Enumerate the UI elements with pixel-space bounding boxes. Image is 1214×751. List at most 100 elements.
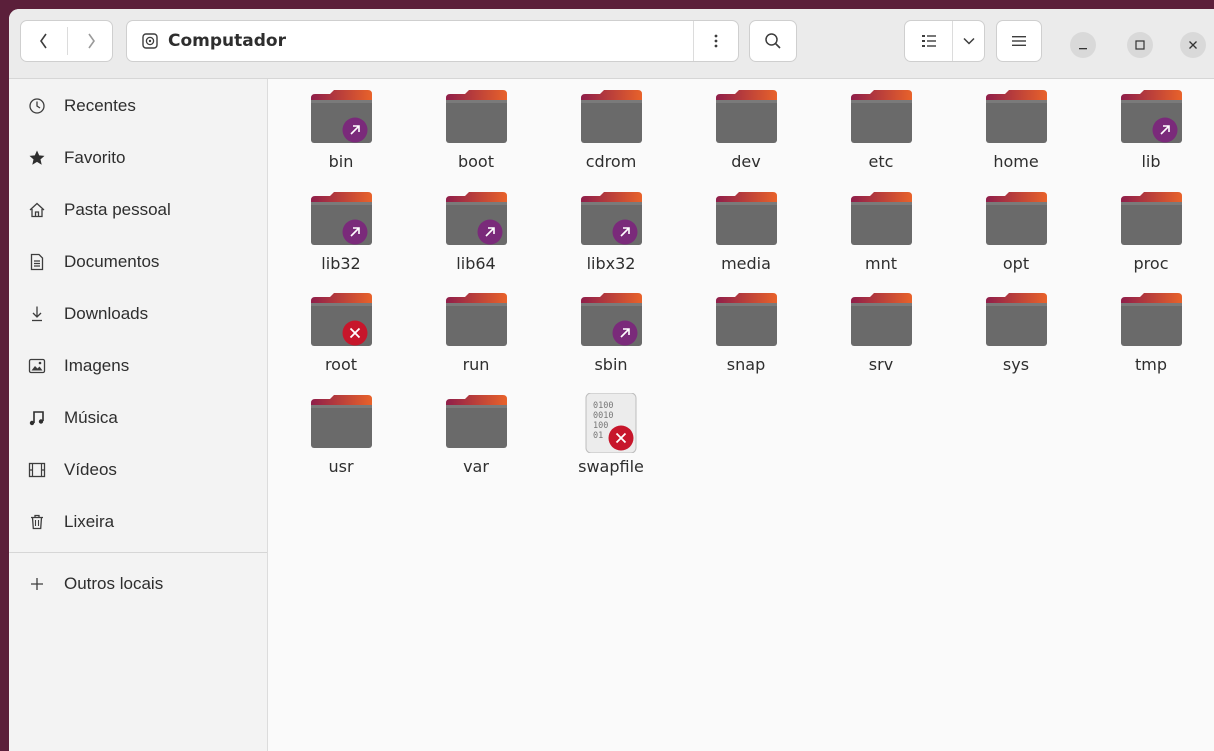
folder-item[interactable]: sys bbox=[955, 291, 1075, 387]
folder-icon bbox=[713, 190, 779, 246]
sidebar-item-documentos[interactable]: Documentos bbox=[9, 240, 267, 284]
chevron-left-icon bbox=[40, 33, 47, 49]
video-icon bbox=[27, 460, 47, 480]
minimize-button[interactable] bbox=[1070, 32, 1096, 58]
location-bar[interactable]: Computador bbox=[126, 20, 739, 62]
file-name-label: usr bbox=[328, 457, 354, 476]
file-item[interactable]: 0100 0010 100 01 swapfile bbox=[550, 392, 670, 489]
file-name-label: root bbox=[324, 355, 358, 374]
file-name-label: bin bbox=[328, 152, 354, 171]
sidebar-item-downloads[interactable]: Downloads bbox=[9, 292, 267, 336]
sidebar-item-label: Documentos bbox=[64, 252, 160, 271]
list-view-icon bbox=[921, 35, 936, 47]
back-button[interactable] bbox=[21, 21, 67, 61]
folder-item[interactable]: boot bbox=[415, 88, 535, 184]
location-menu-button[interactable] bbox=[694, 21, 738, 61]
svg-text:0010: 0010 bbox=[593, 411, 613, 421]
folder-icon bbox=[848, 190, 914, 246]
plus-icon bbox=[27, 574, 47, 594]
sidebar-item-recentes[interactable]: Recentes bbox=[9, 84, 267, 128]
file-name-label: lib bbox=[1141, 152, 1161, 171]
chevron-down-icon bbox=[962, 37, 975, 45]
sidebar-item-videos[interactable]: Vídeos bbox=[9, 448, 267, 492]
sidebar-item-lixeira[interactable]: Lixeira bbox=[9, 500, 267, 544]
folder-icon bbox=[1118, 190, 1184, 246]
kebab-menu-icon bbox=[714, 34, 718, 48]
file-name-label: proc bbox=[1133, 254, 1169, 273]
folder-item[interactable]: lib64 bbox=[415, 190, 535, 286]
star-icon bbox=[27, 148, 47, 168]
sidebar-item-label: Favorito bbox=[64, 148, 126, 167]
folder-item[interactable]: dev bbox=[685, 88, 805, 184]
file-name-label: sys bbox=[1002, 355, 1030, 374]
view-options-dropdown[interactable] bbox=[953, 21, 984, 61]
sidebar-item-pasta-pessoal[interactable]: Pasta pessoal bbox=[9, 188, 267, 232]
folder-item[interactable]: lib bbox=[1090, 88, 1210, 184]
file-name-label: mnt bbox=[865, 254, 897, 273]
sidebar-item-label: Downloads bbox=[64, 304, 149, 323]
folder-icon bbox=[983, 88, 1049, 144]
clock-icon bbox=[27, 96, 47, 116]
sidebar-divider bbox=[9, 552, 267, 553]
list-view-button[interactable] bbox=[905, 21, 952, 61]
folder-item[interactable]: bin bbox=[280, 88, 400, 184]
folder-icon bbox=[713, 291, 779, 347]
navigation-buttons bbox=[20, 20, 113, 62]
maximize-button[interactable] bbox=[1127, 32, 1153, 58]
file-name-label: media bbox=[721, 254, 771, 273]
document-icon bbox=[27, 252, 47, 272]
header-bar: Computador bbox=[9, 9, 1214, 79]
location-title: Computador bbox=[168, 31, 286, 51]
folder-item[interactable]: sbin bbox=[550, 291, 670, 387]
close-button[interactable] bbox=[1180, 32, 1206, 58]
unreadable-emblem-icon bbox=[608, 425, 634, 451]
file-grid: bin boot cdrom dev etc home lib lib32 lib64 libx3… bbox=[268, 79, 1214, 751]
folder-item[interactable]: root bbox=[280, 291, 400, 387]
file-name-label: swapfile bbox=[578, 457, 644, 476]
symlink-emblem-icon bbox=[612, 320, 638, 346]
folder-item[interactable]: var bbox=[415, 393, 535, 489]
file-name-label: lib32 bbox=[321, 254, 361, 273]
folder-item[interactable]: lib32 bbox=[280, 190, 400, 286]
sidebar-item-label: Imagens bbox=[64, 356, 130, 375]
file-name-label: srv bbox=[868, 355, 894, 374]
file-name-label: lib64 bbox=[456, 254, 496, 273]
hamburger-menu-icon bbox=[1012, 36, 1026, 46]
folder-item[interactable]: media bbox=[685, 190, 805, 286]
music-icon bbox=[27, 408, 47, 428]
folder-item[interactable]: tmp bbox=[1090, 291, 1210, 387]
image-icon bbox=[27, 356, 47, 376]
sidebar-item-outros-locais[interactable]: Outros locais bbox=[9, 562, 267, 606]
folder-icon bbox=[443, 291, 509, 347]
sidebar-item-imagens[interactable]: Imagens bbox=[9, 344, 267, 388]
folder-item[interactable]: run bbox=[415, 291, 535, 387]
file-name-label: tmp bbox=[1134, 355, 1167, 374]
symlink-emblem-icon bbox=[612, 219, 638, 245]
sidebar-item-musica[interactable]: Música bbox=[9, 396, 267, 440]
folder-icon bbox=[443, 88, 509, 144]
folder-item[interactable]: snap bbox=[685, 291, 805, 387]
folder-item[interactable]: srv bbox=[820, 291, 940, 387]
sidebar-item-label: Música bbox=[64, 408, 118, 427]
sidebar-item-favorito[interactable]: Favorito bbox=[9, 136, 267, 180]
folder-item[interactable]: mnt bbox=[820, 190, 940, 286]
folder-item[interactable]: home bbox=[955, 88, 1075, 184]
folder-item[interactable]: libx32 bbox=[550, 190, 670, 286]
download-icon bbox=[27, 304, 47, 324]
file-name-label: dev bbox=[731, 152, 761, 171]
folder-item[interactable]: usr bbox=[280, 393, 400, 489]
folder-item[interactable]: etc bbox=[820, 88, 940, 184]
folder-item[interactable]: opt bbox=[955, 190, 1075, 286]
main-menu-button[interactable] bbox=[996, 20, 1042, 62]
file-name-label: sbin bbox=[594, 355, 628, 374]
folder-item[interactable]: cdrom bbox=[550, 88, 670, 184]
symlink-emblem-icon bbox=[342, 117, 368, 143]
symlink-emblem-icon bbox=[1152, 117, 1178, 143]
folder-icon bbox=[983, 291, 1049, 347]
search-button[interactable] bbox=[749, 20, 797, 62]
minimize-icon bbox=[1079, 48, 1087, 50]
folder-item[interactable]: proc bbox=[1090, 190, 1210, 286]
sidebar-item-label: Outros locais bbox=[64, 574, 164, 593]
sidebar-item-label: Lixeira bbox=[64, 512, 115, 531]
forward-button[interactable] bbox=[68, 21, 113, 61]
